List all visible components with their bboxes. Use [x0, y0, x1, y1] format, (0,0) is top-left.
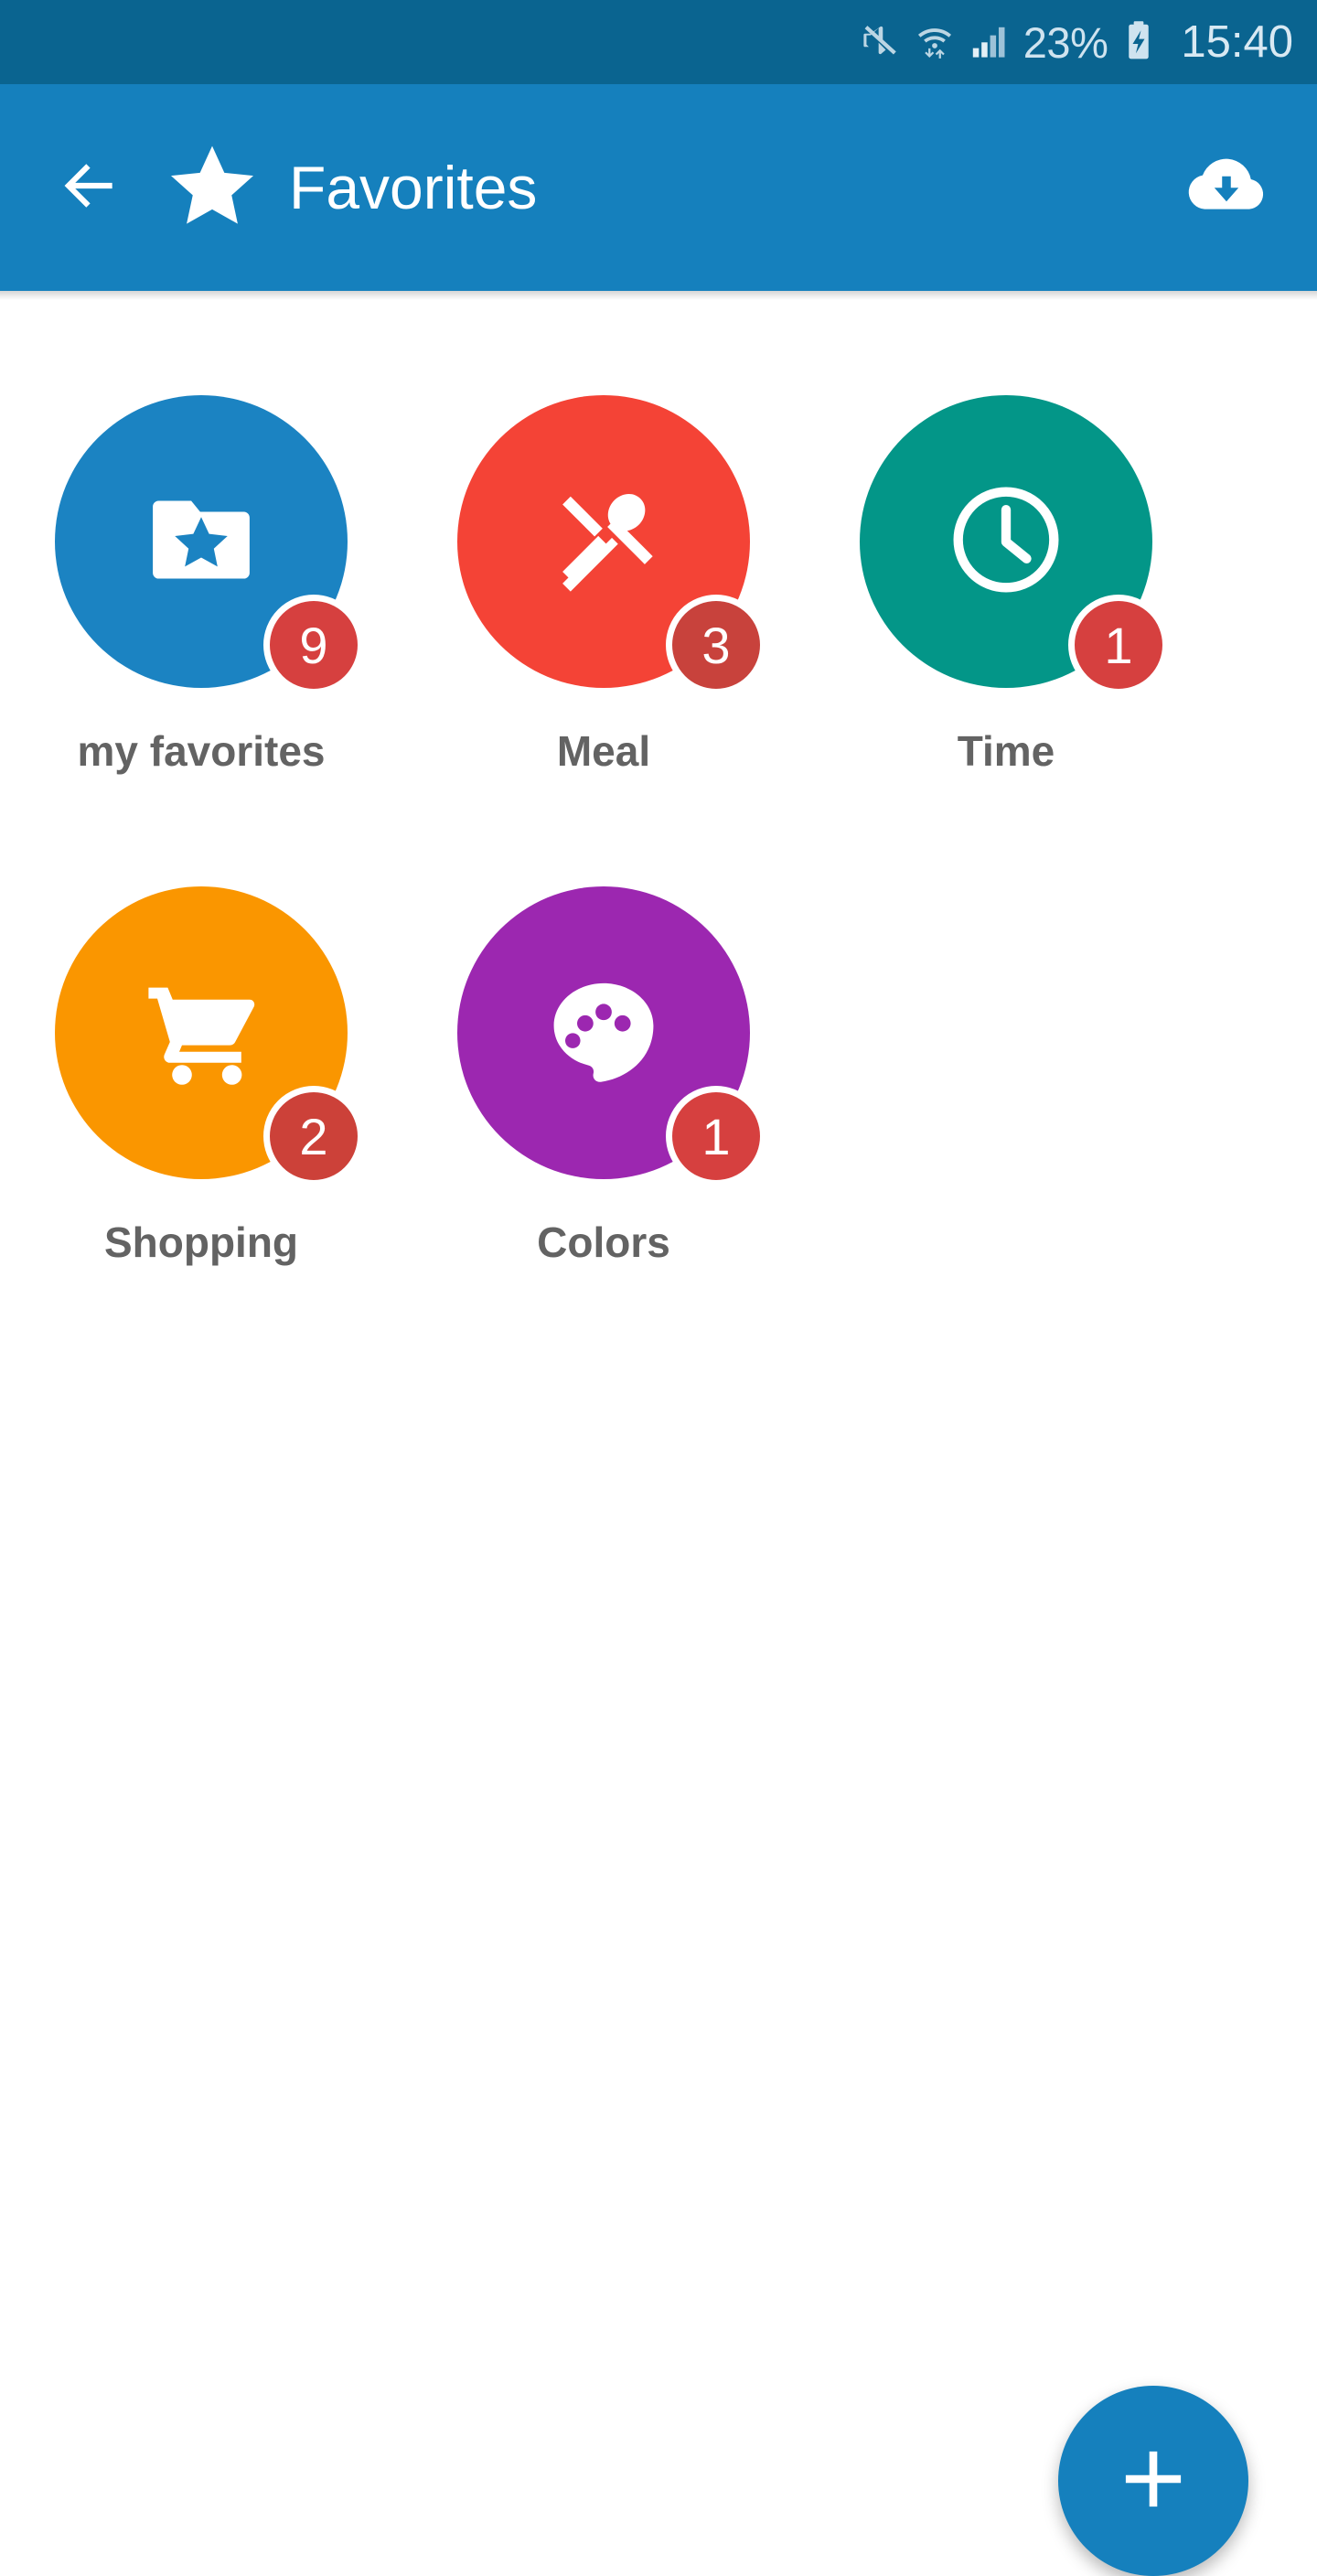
app-bar-shadow: [0, 291, 1317, 300]
clock-icon: [939, 473, 1073, 611]
grid-item-label: Shopping: [103, 1218, 299, 1266]
back-button[interactable]: [48, 145, 132, 230]
badge-count: 1: [666, 1086, 766, 1186]
cloud-download-button[interactable]: [1176, 137, 1277, 238]
bubble-wrap: 3: [457, 395, 766, 695]
badge-count: 3: [666, 595, 766, 695]
grid-item-meal[interactable]: 3 Meal: [402, 382, 805, 874]
grid-item-label: Meal: [556, 727, 651, 775]
cutlery-icon: [540, 476, 668, 608]
grid-item-label: Time: [957, 727, 1055, 775]
badge-count: 9: [263, 595, 364, 695]
folder-star-icon: [138, 477, 264, 607]
status-bar: 23% 15:40: [0, 0, 1317, 84]
grid-item-my-favorites[interactable]: 9 my favorites: [0, 382, 402, 874]
palette-icon: [539, 966, 669, 1100]
battery-percent-label: 23%: [1023, 17, 1108, 67]
signal-bars-icon: [969, 19, 1011, 66]
grid-item-label: Colors: [537, 1218, 670, 1266]
battery-charging-icon: [1120, 19, 1157, 66]
clock-label: 15:40: [1181, 16, 1293, 67]
page-title: Favorites: [289, 154, 538, 221]
grid-item-time[interactable]: 1 Time: [805, 382, 1207, 874]
bubble-wrap: 1: [457, 886, 766, 1186]
mute-icon: [859, 19, 901, 66]
favorites-grid: 9 my favorites 3 Meal 1 Time 2 Shopping …: [0, 382, 1317, 1365]
plus-icon: [1114, 2440, 1193, 2523]
grid-item-label: my favorites: [77, 727, 326, 775]
back-arrow-icon: [56, 152, 123, 224]
grid-item-colors[interactable]: 1 Colors: [402, 874, 805, 1365]
bubble-wrap: 1: [860, 395, 1169, 695]
grid-item-shopping[interactable]: 2 Shopping: [0, 874, 402, 1365]
star-icon: [166, 140, 258, 236]
add-favorite-fab[interactable]: [1058, 2386, 1248, 2576]
app-bar-logo: [166, 140, 258, 236]
status-bar-icons: 23% 15:40: [859, 19, 1293, 66]
bubble-wrap: 2: [55, 886, 364, 1186]
shopping-cart-icon: [135, 965, 267, 1101]
wifi-transfer-icon: [914, 19, 956, 66]
content-area: 9 my favorites 3 Meal 1 Time 2 Shopping …: [0, 291, 1317, 2576]
cloud-download-icon: [1186, 145, 1267, 231]
badge-count: 1: [1068, 595, 1169, 695]
app-bar: Favorites: [0, 84, 1317, 291]
bubble-wrap: 9: [55, 395, 364, 695]
badge-count: 2: [263, 1086, 364, 1186]
